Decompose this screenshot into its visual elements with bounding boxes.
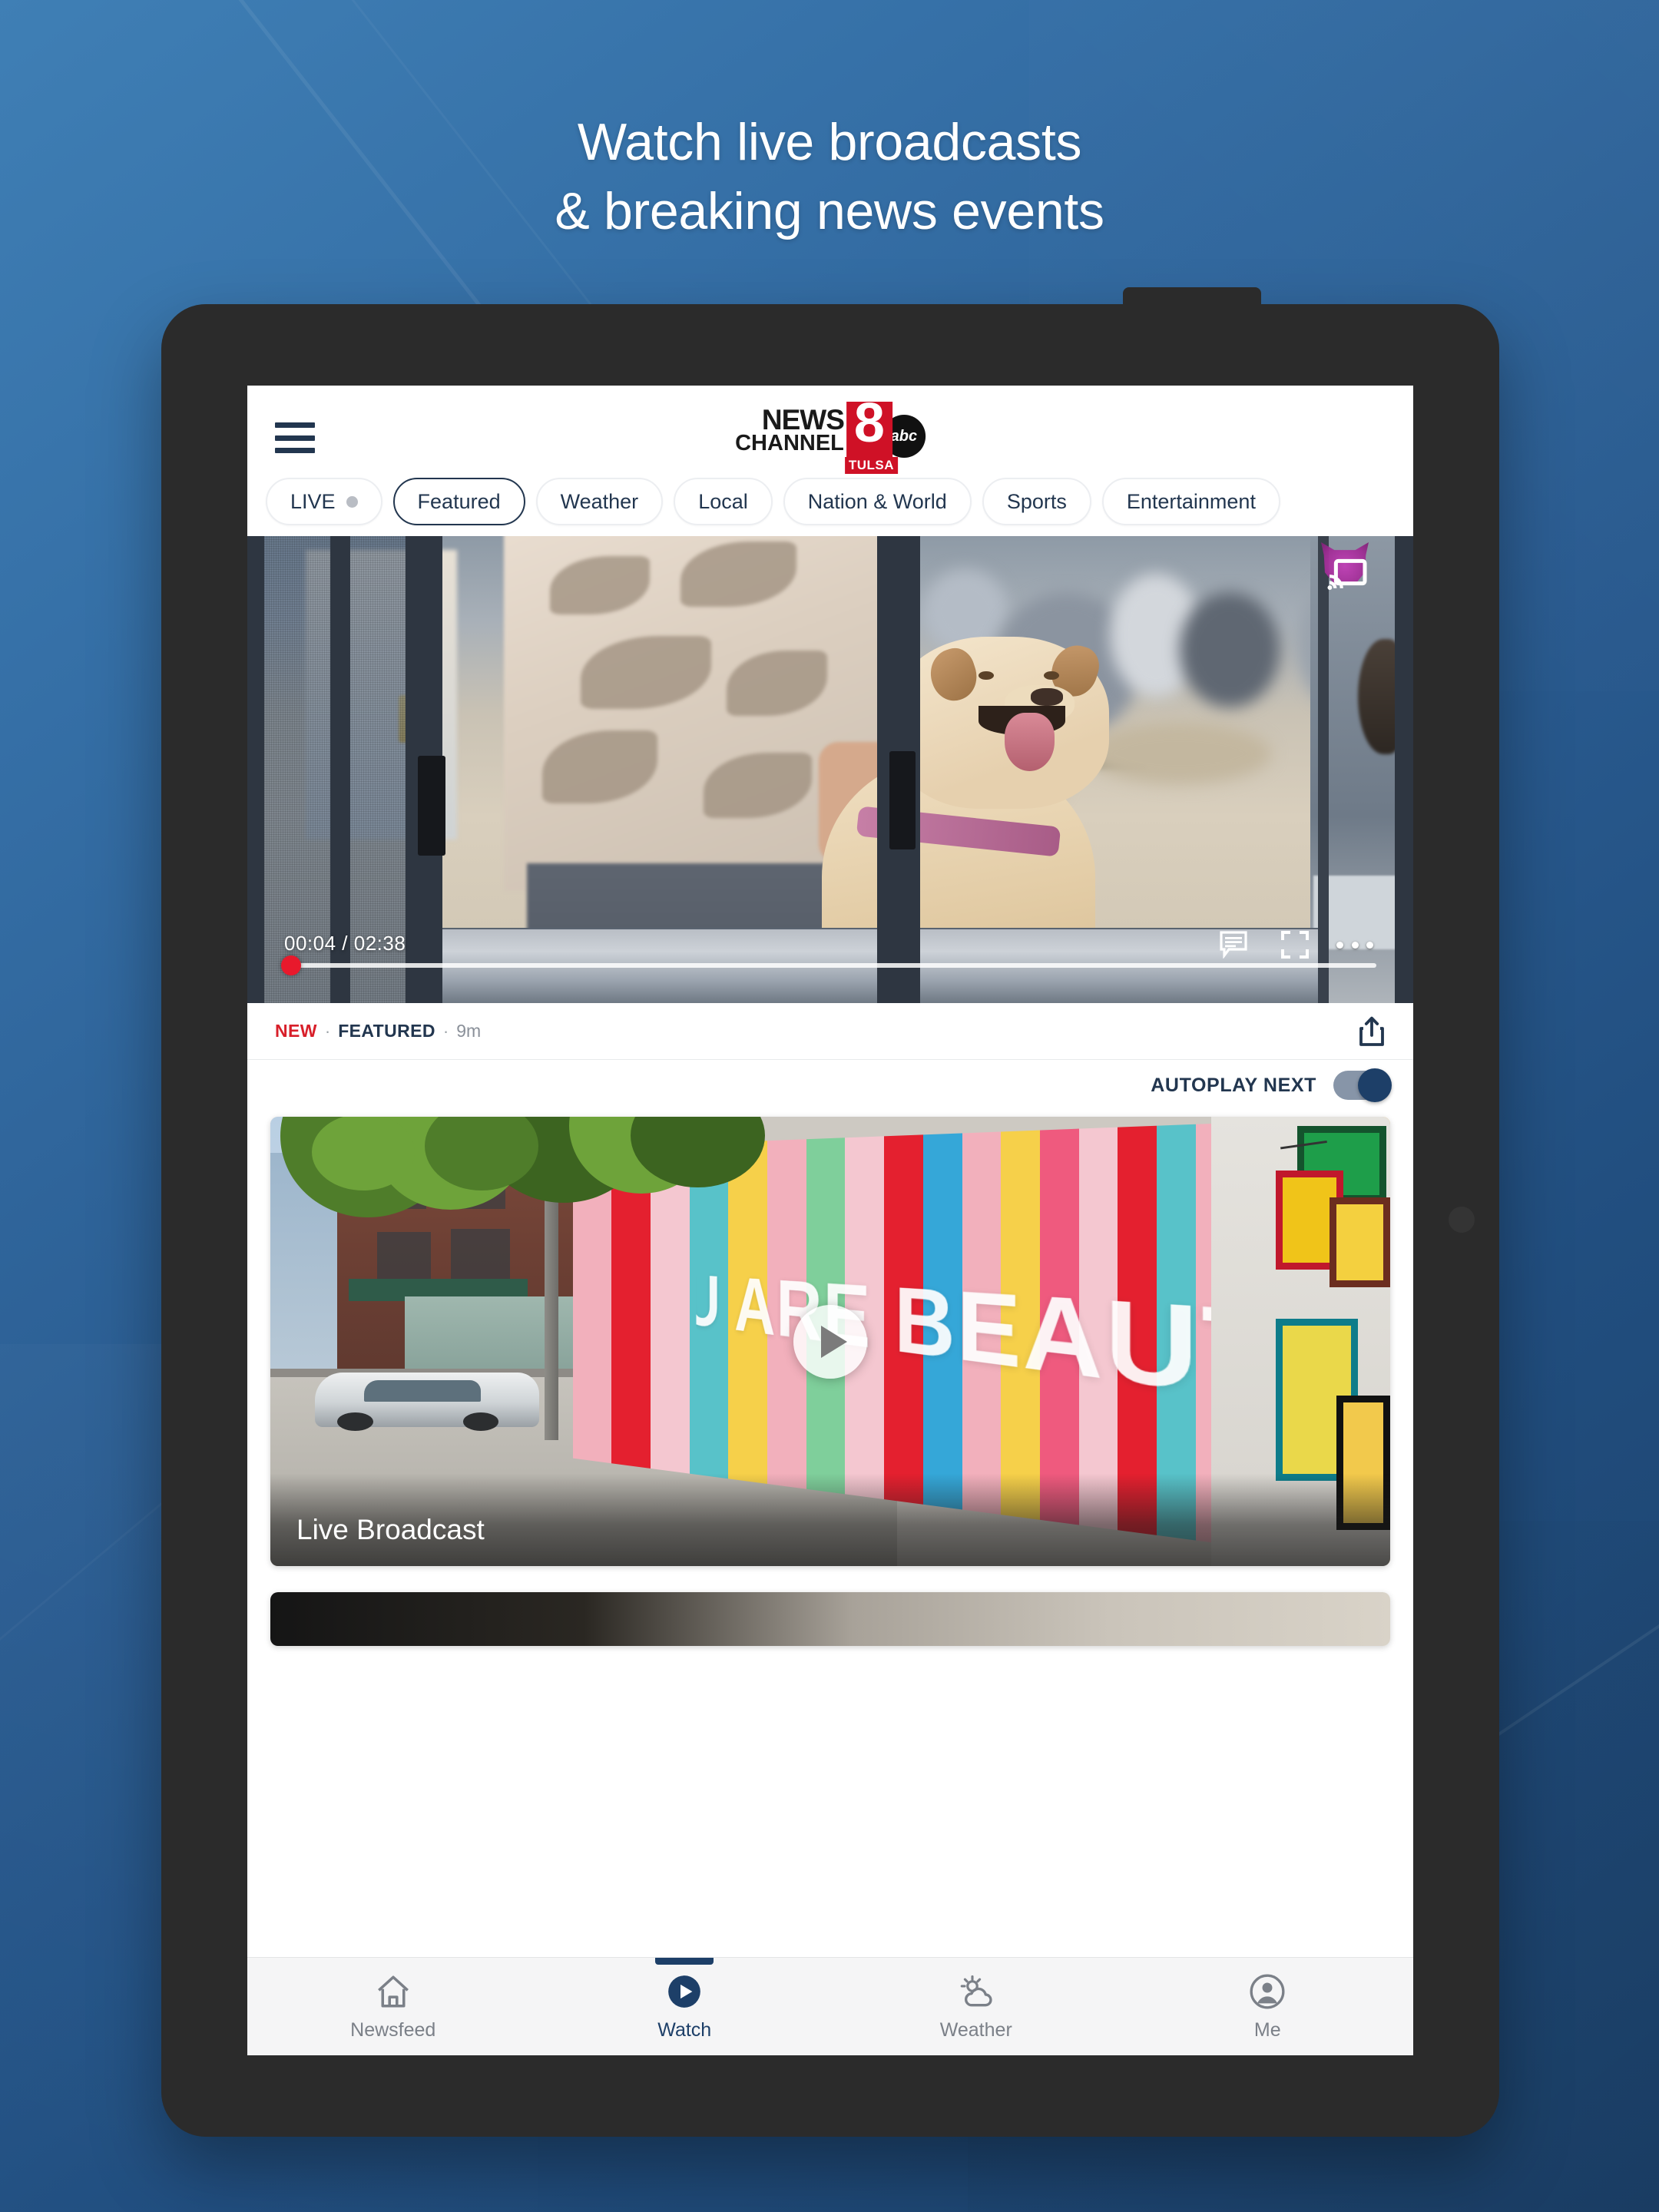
play-circle-icon bbox=[664, 1972, 704, 2012]
fullscreen-icon[interactable] bbox=[1281, 931, 1309, 959]
playback-time: 00:04 / 02:38 bbox=[284, 932, 406, 955]
app-header: NEWS CHANNEL 8 TULSA abc LIVE Featured W… bbox=[247, 386, 1413, 536]
hamburger-menu-icon[interactable] bbox=[275, 422, 315, 453]
category-chip-row: LIVE Featured Weather Local Nation & Wor… bbox=[266, 478, 1413, 525]
brand-word-channel: CHANNEL bbox=[735, 430, 844, 455]
toggle-knob bbox=[1358, 1068, 1392, 1102]
headline-line-1: Watch live broadcasts bbox=[577, 113, 1082, 171]
badge-featured: FEATURED bbox=[338, 1021, 435, 1041]
meta-timestamp: 9m bbox=[456, 1021, 482, 1041]
autoplay-toggle[interactable] bbox=[1333, 1068, 1392, 1102]
nav-label: Newsfeed bbox=[350, 2019, 436, 2041]
chip-label: Entertainment bbox=[1126, 489, 1256, 513]
account-icon bbox=[1247, 1972, 1287, 2012]
brand-logo[interactable]: NEWS CHANNEL 8 TULSA abc bbox=[735, 392, 926, 474]
brand-logo-wordmark: NEWS CHANNEL bbox=[735, 403, 845, 455]
play-circle-icon[interactable] bbox=[793, 1304, 867, 1379]
video-player[interactable]: 00:04 / 02:38 bbox=[247, 536, 1413, 1003]
chip-weather[interactable]: Weather bbox=[535, 478, 664, 525]
promo-headline: Watch live broadcasts & breaking news ev… bbox=[0, 108, 1659, 247]
headline-line-2: & breaking news events bbox=[555, 182, 1104, 241]
hamburger-bar bbox=[275, 422, 315, 428]
dot bbox=[1351, 941, 1359, 949]
card-thumbnail-image bbox=[270, 1592, 1390, 1646]
chip-featured[interactable]: Featured bbox=[392, 478, 525, 525]
picture-frame bbox=[1329, 1197, 1390, 1288]
dog-eye-right bbox=[1044, 671, 1059, 680]
chip-live[interactable]: LIVE bbox=[266, 478, 382, 525]
meta-separator: · bbox=[442, 1021, 449, 1041]
background-figure bbox=[1180, 591, 1280, 707]
nav-label: Me bbox=[1253, 2019, 1281, 2041]
more-options-icon[interactable] bbox=[1336, 931, 1373, 959]
dot bbox=[1336, 941, 1343, 949]
device-side-button[interactable] bbox=[1449, 1207, 1475, 1233]
door-handle bbox=[418, 755, 445, 856]
car-wheel bbox=[337, 1412, 374, 1431]
autoplay-row: AUTOPLAY NEXT bbox=[247, 1060, 1413, 1111]
active-tab-indicator bbox=[655, 1958, 714, 1965]
chromecast-icon[interactable] bbox=[1321, 542, 1369, 590]
bottom-navigation: Newsfeed Watch Weather Me bbox=[247, 1957, 1413, 2055]
chip-sports[interactable]: Sports bbox=[982, 478, 1091, 525]
badge-new: NEW bbox=[275, 1021, 317, 1041]
nav-item-weather[interactable]: Weather bbox=[830, 1958, 1122, 2055]
nav-label: Watch bbox=[657, 2019, 712, 2041]
feed-card-next[interactable] bbox=[270, 1592, 1390, 1646]
progress-scrubber-handle[interactable] bbox=[281, 955, 301, 975]
card-caption-overlay: Live Broadcast bbox=[270, 1474, 1390, 1566]
hamburger-bar bbox=[275, 435, 315, 441]
brand-market-label: TULSA bbox=[844, 457, 899, 474]
progress-bar[interactable] bbox=[284, 963, 1376, 968]
chip-label: Local bbox=[698, 489, 748, 513]
tablet-device-frame: NEWS CHANNEL 8 TULSA abc LIVE Featured W… bbox=[161, 287, 1499, 2137]
brand-network-label: abc bbox=[890, 427, 918, 445]
app-screen: NEWS CHANNEL 8 TULSA abc LIVE Featured W… bbox=[247, 386, 1413, 2055]
video-feed: YOU ARE BEAUTIFUL bbox=[247, 1111, 1413, 1957]
car-wheel bbox=[462, 1412, 499, 1431]
brand-channel-number-box: 8 TULSA bbox=[844, 392, 899, 474]
card-title: Live Broadcast bbox=[296, 1514, 485, 1545]
player-controls: 00:04 / 02:38 bbox=[247, 911, 1413, 1003]
dog-ear-left bbox=[924, 643, 984, 707]
parked-car bbox=[315, 1373, 539, 1431]
brand-word-news: NEWS bbox=[761, 403, 845, 435]
camera-bump bbox=[1123, 287, 1261, 313]
car-window bbox=[364, 1380, 482, 1402]
home-icon bbox=[373, 1972, 413, 2012]
chip-label: LIVE bbox=[290, 489, 336, 513]
nav-item-watch[interactable]: Watch bbox=[539, 1958, 831, 2055]
nav-item-newsfeed[interactable]: Newsfeed bbox=[247, 1958, 539, 2055]
brand-channel-number: 8 bbox=[853, 392, 885, 454]
chip-nation-world[interactable]: Nation & World bbox=[783, 478, 972, 525]
dot bbox=[1366, 941, 1373, 949]
feed-card-live-broadcast[interactable]: YOU ARE BEAUTIFUL bbox=[270, 1117, 1390, 1566]
dog-tongue bbox=[1005, 712, 1055, 771]
closed-caption-icon[interactable] bbox=[1218, 931, 1249, 959]
play-triangle bbox=[820, 1325, 847, 1358]
hamburger-bar bbox=[275, 448, 315, 453]
dog-nose bbox=[1031, 688, 1064, 706]
nav-item-me[interactable]: Me bbox=[1122, 1958, 1414, 2055]
door-handle bbox=[889, 750, 916, 849]
chip-label: Nation & World bbox=[807, 489, 947, 513]
autoplay-label: AUTOPLAY NEXT bbox=[1151, 1074, 1316, 1096]
chip-label: Sports bbox=[1006, 489, 1067, 513]
sun-cloud-icon bbox=[956, 1972, 996, 2012]
dog-head bbox=[892, 637, 1109, 810]
tree-foliage bbox=[270, 1117, 786, 1247]
video-meta-row: NEW · FEATURED · 9m bbox=[247, 1003, 1413, 1060]
meta-separator: · bbox=[324, 1021, 331, 1041]
chip-label: Featured bbox=[417, 489, 501, 513]
chip-label: Weather bbox=[560, 489, 639, 513]
chip-local[interactable]: Local bbox=[674, 478, 773, 525]
share-icon[interactable] bbox=[1355, 1015, 1389, 1048]
nav-label: Weather bbox=[939, 2019, 1012, 2041]
dog-eye-left bbox=[979, 671, 995, 680]
chip-entertainment[interactable]: Entertainment bbox=[1101, 478, 1280, 525]
live-status-dot bbox=[346, 495, 358, 508]
